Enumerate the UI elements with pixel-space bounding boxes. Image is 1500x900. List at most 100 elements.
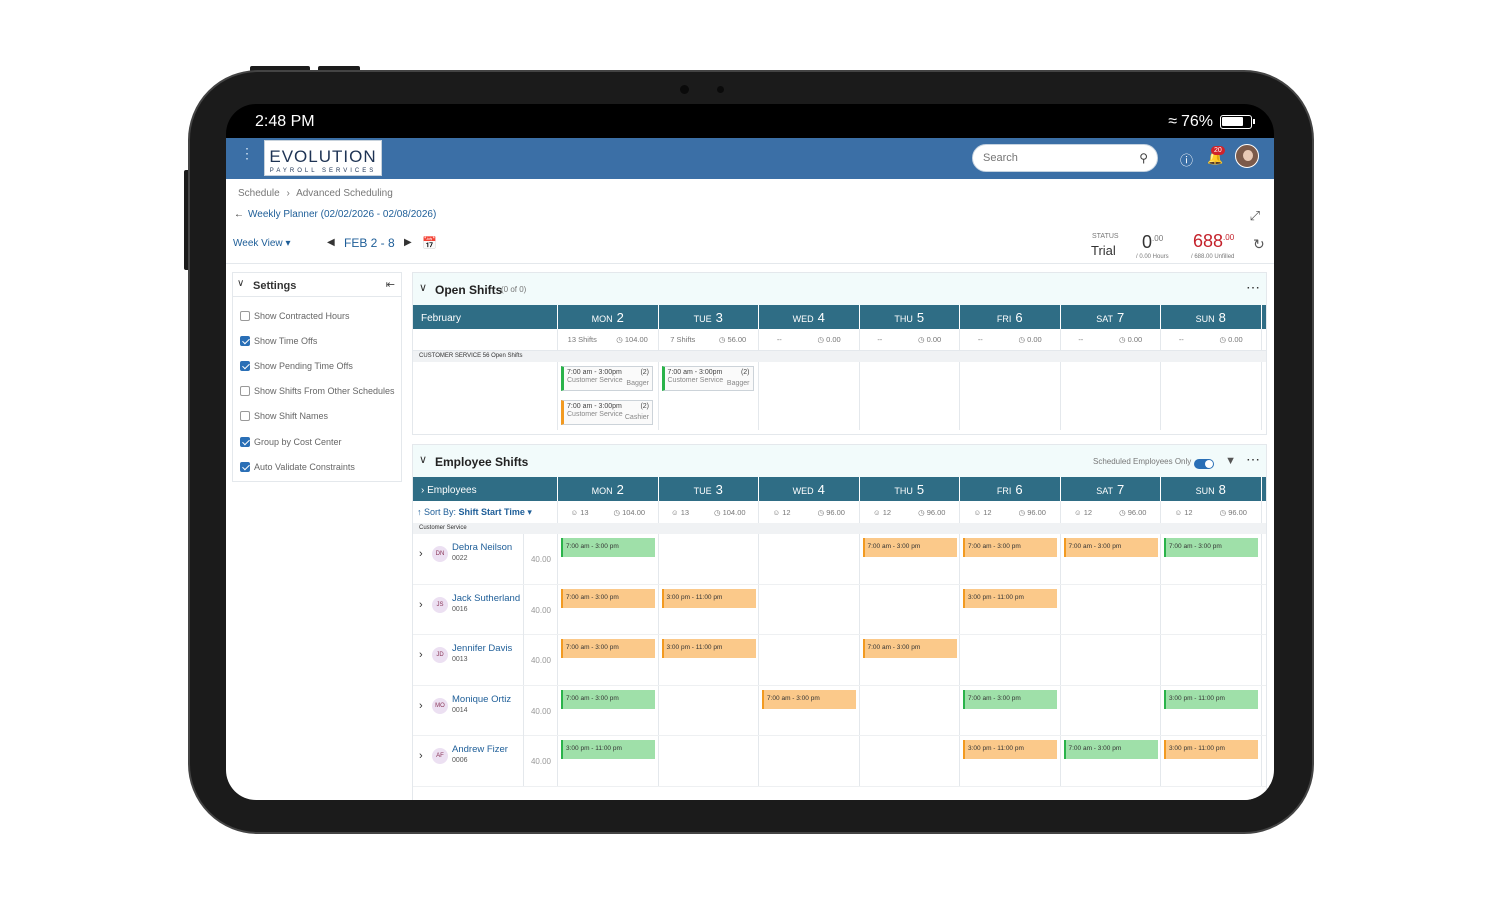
shift-block[interactable]: 7:00 am - 3:00 pm: [1164, 538, 1258, 557]
settings-item[interactable]: Group by Cost Center: [233, 429, 401, 454]
shift-block[interactable]: 7:00 am - 3:00 pm: [561, 689, 655, 709]
day-cell[interactable]: [860, 584, 960, 635]
day-cell[interactable]: 3:00 pm - 11:00 pm: [1161, 685, 1262, 736]
checkbox[interactable]: [240, 436, 250, 447]
shift-block[interactable]: 3:00 pm - 11:00 pm: [963, 740, 1057, 760]
shift-block[interactable]: 7:00 am - 3:00 pm: [561, 588, 655, 608]
checkbox[interactable]: [240, 360, 250, 371]
day-cell[interactable]: 3:00 pm - 11:00 pm: [1161, 736, 1262, 786]
chevron-down-icon[interactable]: ∨: [419, 281, 427, 294]
shift-block[interactable]: 7:00 am - 3:00 pm: [561, 538, 655, 557]
search-input[interactable]: [983, 152, 1133, 164]
settings-item[interactable]: Show Pending Time Offs: [233, 353, 401, 378]
menu-icon[interactable]: ⋮: [240, 146, 254, 160]
open-shift-card[interactable]: 7:00 am - 3:00pm (2) Customer Service Cashi…: [561, 400, 653, 425]
day-cell[interactable]: [860, 736, 960, 786]
day-cell[interactable]: 3:00 pm - 11:00 pm: [659, 584, 759, 635]
avatar[interactable]: [1235, 144, 1259, 168]
day-cell[interactable]: [659, 534, 759, 584]
shift-block[interactable]: 7:00 am - 3:00 pm: [963, 689, 1057, 709]
logo[interactable]: EVOLUTION PAYROLL SERVICES: [264, 140, 382, 176]
sort-control[interactable]: ↑ Sort By: Shift Start Time ▾: [413, 501, 558, 523]
shift-block[interactable]: 3:00 pm - 11:00 pm: [661, 639, 756, 659]
day-cell[interactable]: 7:00 am - 3:00 pm: [558, 685, 659, 736]
employee-name[interactable]: Jennifer Davis: [452, 643, 512, 654]
day-cell[interactable]: 7:00 am - 3:00 pm: [558, 635, 659, 685]
checkbox[interactable]: [240, 386, 250, 397]
shift-block[interactable]: 3:00 pm - 11:00 pm: [963, 588, 1057, 608]
shift-block[interactable]: 3:00 pm - 11:00 pm: [1164, 740, 1258, 760]
day-cell[interactable]: 7:00 am - 3:00 pm: [558, 584, 659, 635]
more-icon[interactable]: ⋯: [1246, 451, 1260, 468]
shift-block[interactable]: 3:00 pm - 11:00 pm: [1164, 689, 1258, 709]
scheduled-only-toggle[interactable]: [1194, 459, 1214, 469]
settings-item[interactable]: Auto Validate Constraints: [233, 454, 401, 479]
day-cell[interactable]: [759, 736, 860, 786]
chevron-down-icon[interactable]: ∨: [237, 278, 244, 289]
breadcrumb-root[interactable]: Schedule: [238, 188, 280, 199]
sort-value[interactable]: Shift Start Time: [459, 507, 525, 517]
day-cell[interactable]: [659, 685, 759, 736]
employee-name[interactable]: Debra Neilson: [452, 542, 512, 553]
day-cell[interactable]: [1061, 685, 1161, 736]
shift-block[interactable]: 7:00 am - 3:00 pm: [862, 538, 957, 557]
day-cell[interactable]: 7:00 am - 3:00 pm: [1061, 534, 1161, 584]
day-cell[interactable]: 7:00 am - 3:00 pm: [860, 635, 960, 685]
collapse-panel-icon[interactable]: ⇤: [386, 278, 395, 291]
open-shift-card[interactable]: 7:00 am - 3:00pm (2) Customer Service Bagge…: [561, 366, 653, 391]
shift-block[interactable]: 7:00 am - 3:00 pm: [1063, 538, 1158, 557]
chevron-right-icon[interactable]: ›: [419, 750, 423, 762]
day-cell[interactable]: [1061, 635, 1161, 685]
shift-block[interactable]: 7:00 am - 3:00 pm: [561, 639, 655, 659]
settings-item[interactable]: Show Time Offs: [233, 328, 401, 353]
search-box[interactable]: ⚲: [972, 144, 1158, 172]
employee-name[interactable]: Andrew Fizer: [452, 744, 508, 755]
view-dropdown[interactable]: Week View ▾: [233, 238, 290, 249]
checkbox[interactable]: [240, 335, 250, 346]
checkbox[interactable]: [240, 411, 250, 422]
chevron-right-icon[interactable]: ›: [419, 649, 423, 661]
day-cell[interactable]: [759, 584, 860, 635]
prev-week-icon[interactable]: ◀: [327, 237, 335, 248]
settings-item[interactable]: Show Shifts From Other Schedules: [233, 379, 401, 404]
day-cell[interactable]: 3:00 pm - 11:00 pm: [659, 635, 759, 685]
day-cell[interactable]: [759, 534, 860, 584]
more-icon[interactable]: ⋯: [1246, 279, 1260, 296]
chevron-right-icon[interactable]: ›: [419, 599, 423, 611]
day-cell[interactable]: 7:00 am - 3:00 pm: [960, 534, 1061, 584]
day-cell[interactable]: 7:00 am - 3:00 pm: [960, 685, 1061, 736]
next-week-icon[interactable]: ▶: [404, 237, 412, 248]
checkbox[interactable]: [240, 461, 250, 472]
search-icon[interactable]: ⚲: [1139, 151, 1148, 165]
open-shifts-header[interactable]: ∨ Open Shifts (0 of 0) ⋯: [413, 273, 1266, 305]
day-cell[interactable]: 7:00 am - 3:00 pm: [1161, 534, 1262, 584]
checkbox[interactable]: [240, 310, 250, 321]
help-icon[interactable]: ⓘ: [1180, 150, 1193, 169]
day-cell[interactable]: 3:00 pm - 11:00 pm: [960, 736, 1061, 786]
day-cell[interactable]: 7:00 am - 3:00 pm: [759, 685, 860, 736]
employee-name[interactable]: Jack Sutherland: [452, 593, 520, 604]
shift-block[interactable]: 7:00 am - 3:00 pm: [1063, 740, 1158, 760]
day-cell[interactable]: 3:00 pm - 11:00 pm: [558, 736, 659, 786]
fullscreen-icon[interactable]: ⤢: [1250, 208, 1260, 224]
day-cell[interactable]: [759, 635, 860, 685]
chevron-right-icon[interactable]: ›: [419, 548, 423, 560]
shift-block[interactable]: 7:00 am - 3:00 pm: [762, 689, 856, 709]
shift-block[interactable]: 7:00 am - 3:00 pm: [862, 639, 957, 659]
shift-block[interactable]: 3:00 pm - 11:00 pm: [661, 588, 756, 608]
day-cell[interactable]: [1161, 635, 1262, 685]
filter-icon[interactable]: ▼: [1225, 455, 1236, 467]
employee-shifts-header[interactable]: ∨ Employee Shifts Scheduled Employees On…: [413, 445, 1266, 477]
day-cell[interactable]: [1161, 584, 1262, 635]
day-cell[interactable]: 3:00 pm - 11:00 pm: [960, 584, 1061, 635]
day-cell[interactable]: 7:00 am - 3:00 pm: [1061, 736, 1161, 786]
calendar-icon[interactable]: 📅: [422, 236, 437, 250]
day-cell[interactable]: [1061, 584, 1161, 635]
settings-item[interactable]: Show Contracted Hours: [233, 303, 401, 328]
shift-block[interactable]: 7:00 am - 3:00 pm: [963, 538, 1057, 557]
day-cell[interactable]: 7:00 am - 3:00 pm: [860, 534, 960, 584]
refresh-icon[interactable]: ↻: [1253, 236, 1265, 253]
day-cell[interactable]: [960, 635, 1061, 685]
employee-name[interactable]: Monique Ortiz: [452, 694, 511, 705]
settings-item[interactable]: Show Shift Names: [233, 404, 401, 429]
